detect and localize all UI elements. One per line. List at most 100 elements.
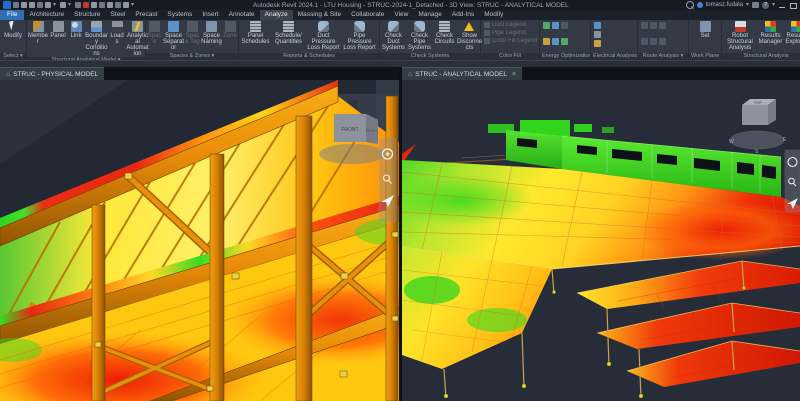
tab-systems[interactable]: Systems — [162, 10, 197, 20]
space-button[interactable]: Space — [147, 21, 162, 45]
navigation-bar-right[interactable] — [785, 150, 800, 212]
user-name[interactable]: tomasz.fudala — [706, 2, 743, 8]
group-label-route-analysis[interactable]: Route Analysis ▾ — [638, 53, 688, 60]
people-content-icon[interactable] — [659, 22, 666, 29]
route-reveal-icon[interactable] — [641, 38, 648, 45]
user-menu-caret-icon[interactable]: ▾ — [746, 2, 749, 8]
group-label-structural-analytical-model[interactable]: Structural Analytical Model ▾ — [27, 57, 145, 60]
route-settings-icon[interactable] — [659, 38, 666, 45]
route-update-icon[interactable] — [650, 38, 657, 45]
group-label-work-plane[interactable]: Work Plane — [689, 53, 721, 60]
tab-analyze[interactable]: Analyze — [260, 10, 293, 20]
results-explorer-button[interactable]: Results Explorer — [784, 21, 800, 45]
tab-manage[interactable]: Manage — [413, 10, 447, 20]
aligned-dimension-icon[interactable] — [91, 2, 97, 8]
print-icon[interactable] — [75, 2, 81, 8]
generate-icon[interactable] — [543, 38, 550, 45]
set-work-plane-button[interactable]: Set — [695, 21, 715, 39]
modify-button[interactable]: Modify — [1, 21, 25, 39]
pipe-legend-button[interactable]: Pipe Legend — [484, 30, 526, 36]
section-icon[interactable] — [123, 2, 129, 8]
multiple-paths-icon[interactable] — [650, 22, 657, 29]
group-label-spaces-zones[interactable]: Spaces & Zones ▾ — [146, 53, 238, 60]
space-naming-button[interactable]: Space Naming — [201, 21, 222, 45]
tab-file[interactable]: File — [0, 10, 24, 20]
tab-architecture[interactable]: Architecture — [24, 10, 69, 20]
robot-structural-analysis-button[interactable]: Robot Structural Analysis — [723, 21, 757, 51]
results-manager-button[interactable]: Results Manager — [758, 21, 783, 45]
view-tab-struc-physical[interactable]: STRUC - PHYSICAL MODEL — [0, 67, 104, 80]
text-icon[interactable] — [107, 2, 113, 8]
schedule-quantities-button[interactable]: Schedule/ Quantities — [272, 21, 305, 45]
optimize-icon[interactable] — [552, 38, 559, 45]
systems-analysis-icon[interactable] — [561, 38, 568, 45]
measure-icon[interactable] — [83, 2, 89, 8]
panel-button[interactable]: Panel — [49, 21, 67, 39]
group-label-check-systems[interactable]: Check Systems — [380, 53, 480, 60]
close-view-icon[interactable]: × — [512, 71, 516, 78]
tab-modify[interactable]: Modify — [479, 10, 508, 20]
loads-button[interactable]: Loads — [109, 21, 125, 45]
restore-button[interactable] — [789, 2, 797, 9]
app-store-icon[interactable] — [752, 2, 759, 8]
tag-by-category-icon[interactable] — [99, 2, 105, 8]
space-tag-button[interactable]: Space Tag — [185, 21, 200, 45]
group-label-select[interactable]: Select ▾ — [0, 53, 26, 60]
open-icon[interactable] — [21, 2, 27, 8]
sync-with-central-icon[interactable] — [37, 2, 43, 8]
revit-logo-icon[interactable] — [3, 1, 11, 9]
tab-view[interactable]: View — [389, 10, 413, 20]
minimize-button[interactable] — [778, 2, 786, 9]
tab-add-ins[interactable]: Add-Ins — [447, 10, 479, 20]
group-label-electrical-analysis[interactable]: Electrical Analysis — [591, 53, 637, 60]
location-icon[interactable] — [543, 22, 550, 29]
redo-icon[interactable] — [60, 2, 66, 8]
tab-steel[interactable]: Steel — [106, 10, 131, 20]
tab-precast[interactable]: Precast — [130, 10, 162, 20]
space-separator-button[interactable]: Space Separator — [163, 21, 184, 51]
duct-pressure-loss-report-button[interactable]: Duct Pressure Loss Report — [306, 21, 341, 51]
create-energy-model-icon[interactable] — [561, 22, 568, 29]
check-duct-systems-button[interactable]: Check Duct Systems — [381, 21, 406, 51]
undo-icon[interactable] — [45, 2, 51, 8]
member-button[interactable]: Member — [28, 21, 48, 45]
zone-button[interactable]: Zone — [223, 21, 237, 39]
file-menu-icon[interactable] — [13, 2, 19, 8]
tab-structure[interactable]: Structure — [69, 10, 105, 20]
check-circuits-button[interactable]: Check Circuits — [433, 21, 456, 45]
navigation-bar-left[interactable] — [379, 138, 396, 222]
analytical-model-canvas[interactable]: W S E TOP — [402, 80, 800, 401]
group-label-energy-optimization[interactable]: Energy Optimization — [540, 53, 590, 60]
tab-annotate[interactable]: Annotate — [224, 10, 260, 20]
duct-legend-button[interactable]: Duct Legend — [484, 22, 526, 28]
undo-caret-icon[interactable]: ▾ — [53, 2, 58, 8]
save-icon[interactable] — [29, 2, 35, 8]
tab-insert[interactable]: Insert — [197, 10, 223, 20]
search-icon[interactable] — [686, 1, 694, 9]
analytical-distribution-icon[interactable] — [594, 40, 601, 47]
path-of-travel-icon[interactable] — [641, 22, 648, 29]
show-disconnects-button[interactable]: Show Disconnects — [457, 21, 482, 51]
help-icon[interactable] — [762, 2, 769, 9]
tab-massing-site[interactable]: Massing & Site — [293, 10, 346, 20]
default-3d-view-icon[interactable] — [115, 2, 121, 8]
help-caret-icon[interactable]: ▾ — [772, 2, 775, 8]
physical-model-canvas[interactable]: FRONT RIGHT — [0, 80, 399, 401]
energy-settings-icon[interactable] — [552, 22, 559, 29]
pipe-pressure-loss-report-button[interactable]: Pipe Pressure Loss Report — [342, 21, 377, 51]
panel-schedules-button[interactable]: Panel Schedules — [240, 21, 271, 45]
boundary-conditions-button[interactable]: Boundary Conditions — [85, 21, 108, 57]
link-button[interactable]: Link — [68, 21, 84, 39]
color-fill-legend-button[interactable]: Color Fill Legend — [484, 38, 537, 44]
tab-collaborate[interactable]: Collaborate — [346, 10, 389, 20]
customize-quick-access-icon[interactable]: ▾ — [131, 2, 136, 8]
group-label-structural-analysis[interactable]: Structural Analysis — [722, 53, 800, 60]
redo-caret-icon[interactable]: ▾ — [68, 2, 73, 8]
view-tab-struc-analytical[interactable]: STRUC - ANALYTICAL MODEL × — [402, 67, 522, 80]
group-label-reports-schedules[interactable]: Reports & Schedules — [239, 53, 379, 60]
user-avatar-icon[interactable] — [697, 2, 703, 8]
group-label-color-fill[interactable]: Color Fill — [481, 53, 539, 60]
electrical-settings-icon[interactable] — [594, 31, 601, 38]
check-pipe-systems-button[interactable]: Check Pipe Systems — [407, 21, 432, 51]
power-analytical-components-icon[interactable] — [594, 22, 601, 29]
